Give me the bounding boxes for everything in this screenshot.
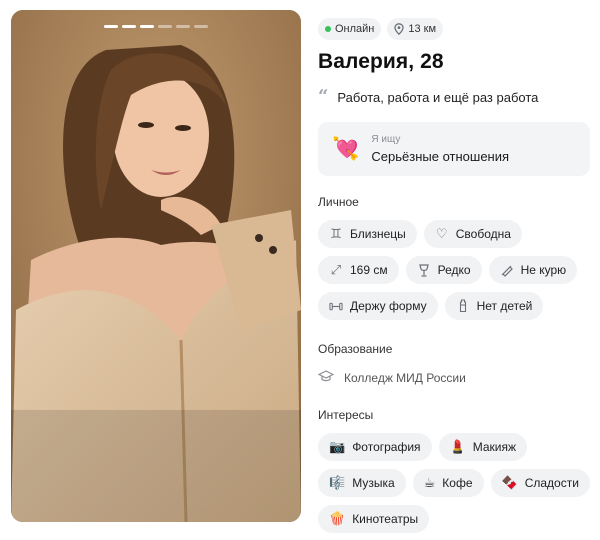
interest-chip: 📷 Фотография (318, 433, 432, 461)
personal-chip: Не курю (488, 256, 578, 284)
bio-text: Работа, работа и ещё раз работа (337, 90, 539, 105)
personal-chips: ♊ Близнецы ♡ Свободна ⤢ 169 см Редко Не … (318, 220, 590, 320)
gallery-indicator (104, 25, 208, 28)
education-section-title: Образование (318, 342, 393, 356)
coffee-icon: ☕ (423, 475, 436, 490)
personal-chip: Редко (405, 256, 482, 284)
interest-chip: 🍿 Кинотеатры (318, 505, 430, 533)
interest-chips: 📷 Фотография 💄 Макияж 🎼 Музыка ☕ Кофе 🍫 … (318, 433, 590, 533)
chip-label: Редко (437, 263, 471, 277)
music-icon: 🎼 (329, 475, 346, 490)
seeking-card: 💘 Я ищу Серьёзные отношения (318, 122, 590, 176)
chip-label: Кофе (442, 476, 473, 490)
profile-photo-illustration (11, 10, 301, 522)
online-badge: Онлайн (318, 18, 382, 40)
distance-label: 13 км (408, 23, 437, 35)
profile-details: Онлайн 13 км Валерия, 28 “ Работа, работ… (317, 18, 590, 533)
camera-icon: 📷 (329, 439, 346, 454)
chip-label: Сладости (524, 476, 579, 490)
online-label: Онлайн (335, 23, 375, 35)
interest-chip: 🍫 Сладости (490, 469, 590, 497)
chocolate-icon: 🍫 (501, 475, 518, 490)
profile-name: Валерия, 28 (318, 50, 444, 73)
chip-label: Свободна (455, 227, 511, 241)
gallery-dot[interactable] (104, 25, 118, 28)
quote-icon: “ (318, 85, 329, 107)
chip-label: Не курю (520, 263, 567, 277)
chip-label: Кинотеатры (352, 512, 419, 526)
education-row: Колледж МИД России (317, 370, 590, 386)
personal-section-title: Личное (318, 195, 359, 209)
interest-chip: 💄 Макияж (438, 433, 528, 461)
chip-label: Фотография (352, 440, 421, 454)
baby-bottle-icon (456, 299, 470, 313)
personal-chip: Нет детей (444, 292, 544, 320)
popcorn-icon: 🍿 (329, 511, 346, 526)
graduation-cap-icon (317, 370, 335, 386)
interests-section-title: Интересы (318, 408, 374, 422)
gallery-dot[interactable] (140, 25, 154, 28)
gallery-dot[interactable] (194, 25, 208, 28)
personal-chip: ⤢ 169 см (318, 256, 399, 284)
gallery-dot[interactable] (122, 25, 136, 28)
no-smoking-icon (500, 263, 514, 277)
location-pin-icon (394, 23, 405, 35)
personal-chip: Держу форму (318, 292, 438, 320)
interest-chip: 🎼 Музыка (318, 469, 406, 497)
personal-chip: ♊ Близнецы (318, 220, 417, 248)
height-icon: ⤢ (330, 262, 342, 277)
gallery-dot[interactable] (176, 25, 190, 28)
wine-glass-icon (417, 263, 431, 277)
seeking-label: Я ищу (371, 134, 401, 145)
heart-arrow-icon: 💘 (332, 136, 360, 161)
chip-label: Близнецы (350, 227, 406, 241)
chip-label: Макияж (472, 440, 517, 454)
gallery-dot[interactable] (158, 25, 172, 28)
seeking-value: Серьёзные отношения (371, 149, 510, 164)
online-dot-icon (325, 26, 331, 32)
education-value: Колледж МИД России (344, 371, 466, 385)
distance-badge: 13 км (387, 18, 444, 40)
dumbbell-icon (329, 299, 343, 313)
status-row: Онлайн 13 км (318, 18, 590, 40)
gemini-icon: ♊ (330, 226, 342, 241)
heart-outline-icon: ♡ (435, 226, 448, 241)
chip-label: Держу форму (350, 299, 427, 313)
chip-label: 169 см (350, 263, 388, 277)
chip-label: Музыка (352, 476, 395, 490)
chip-label: Нет детей (476, 299, 533, 313)
personal-chip: ♡ Свободна (423, 220, 522, 248)
interest-chip: ☕ Кофе (412, 469, 484, 497)
bio-row: “ Работа, работа и ещё раз работа (318, 85, 590, 107)
profile-photo[interactable] (11, 10, 301, 522)
lipstick-icon: 💄 (449, 439, 466, 454)
